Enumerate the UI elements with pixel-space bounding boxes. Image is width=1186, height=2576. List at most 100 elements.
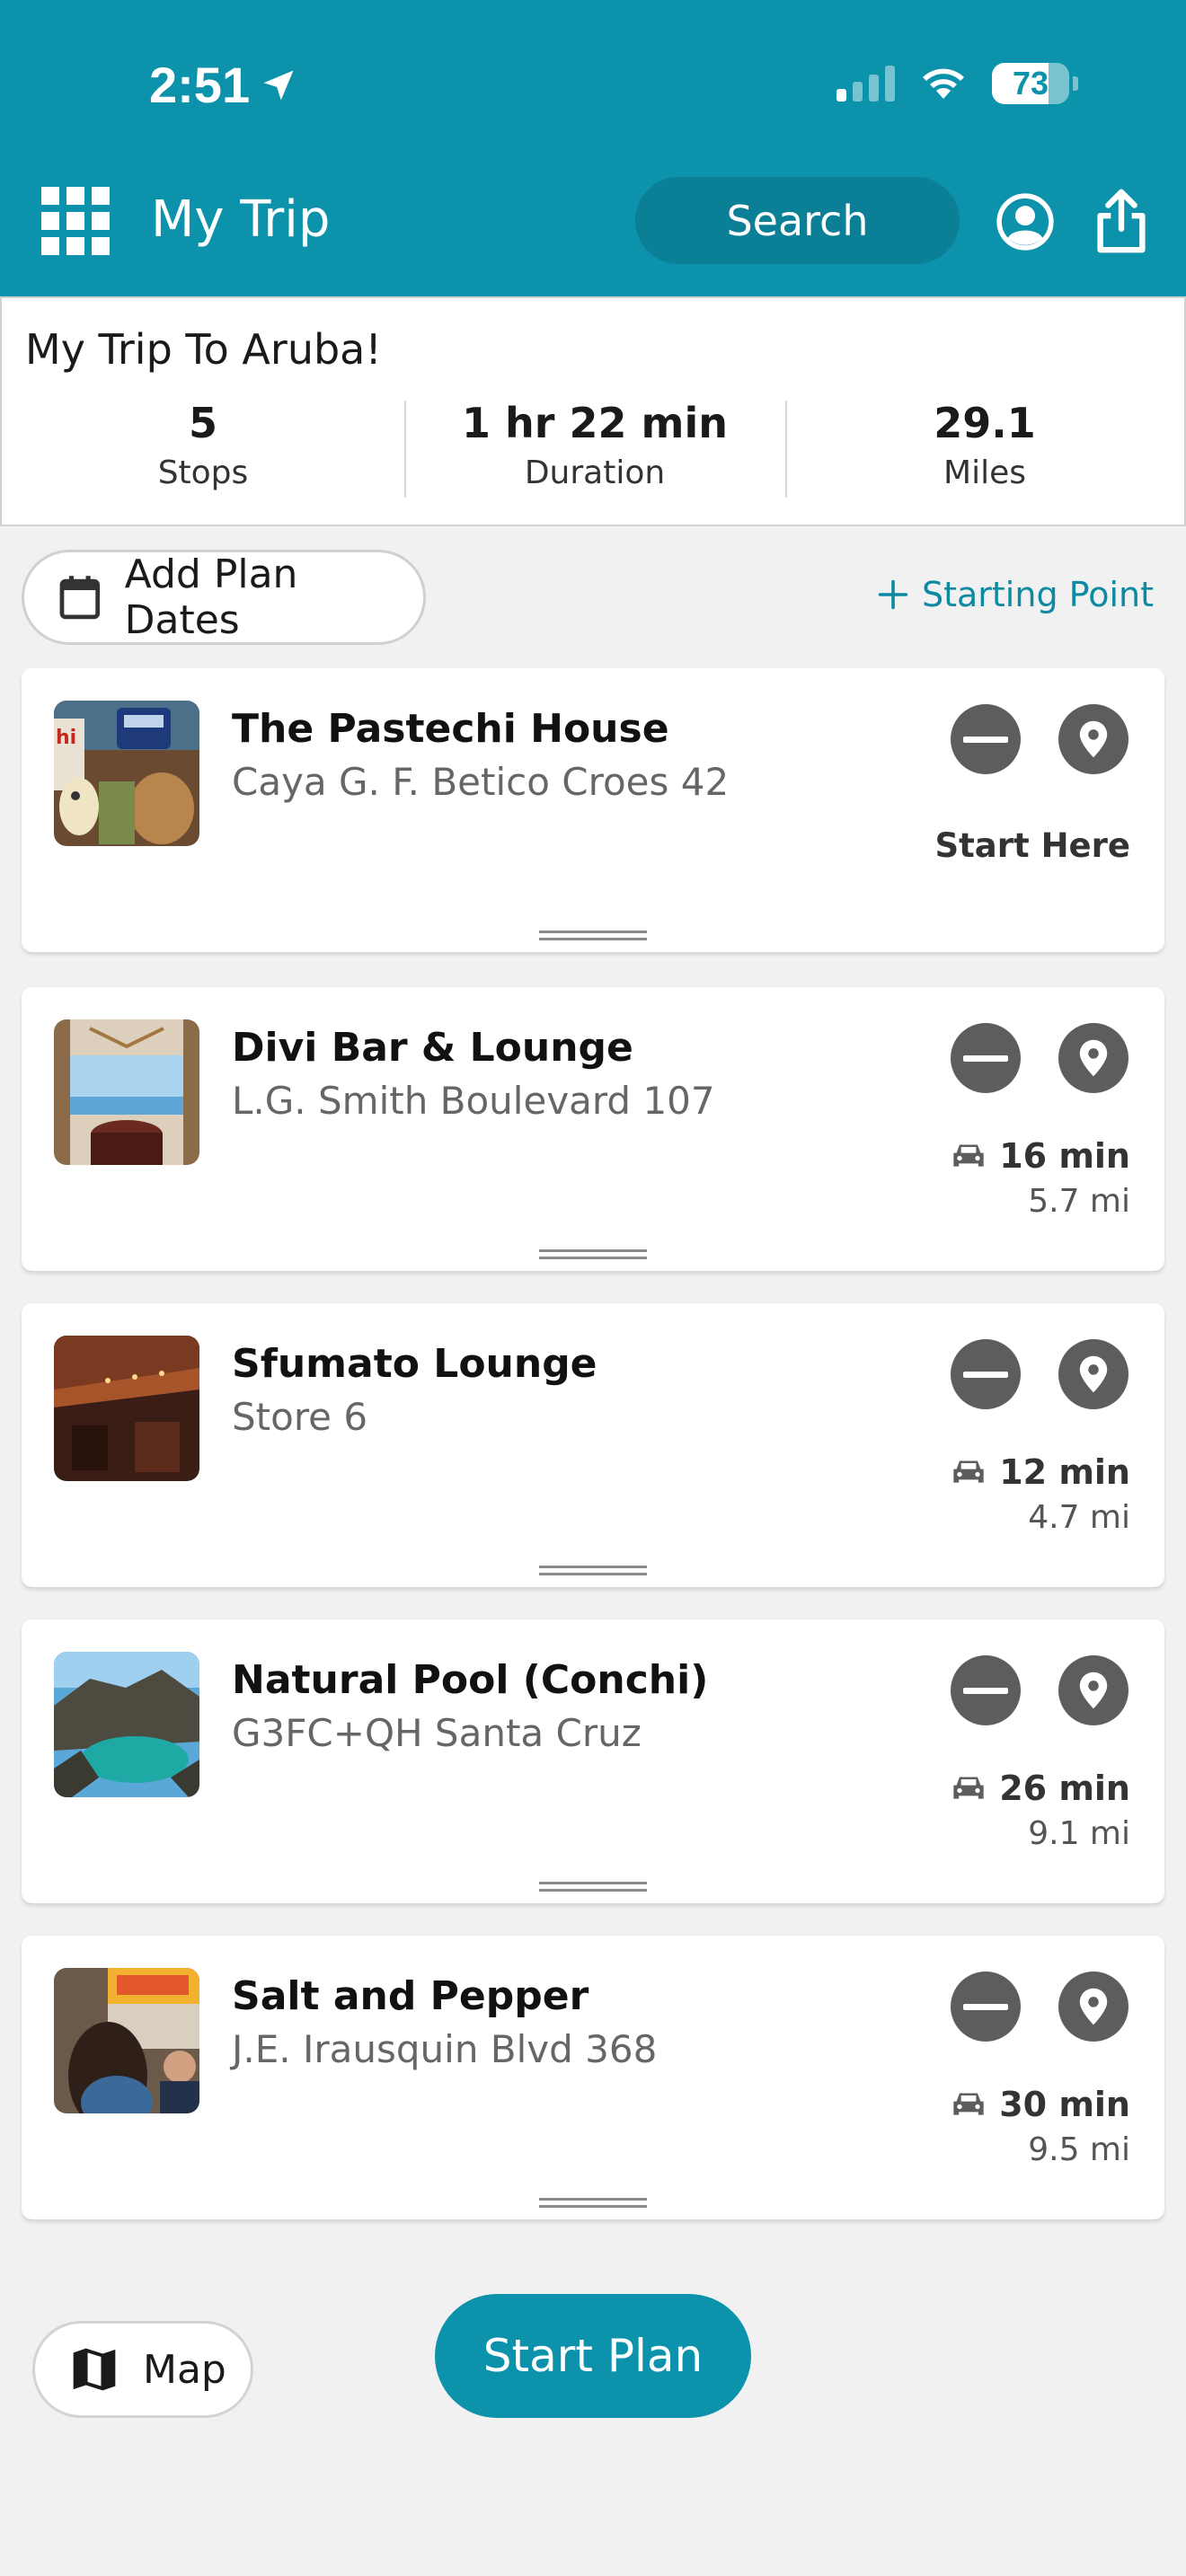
remove-stop-button[interactable] (951, 1023, 1021, 1093)
stop-photo: hi (54, 701, 199, 846)
stop-card[interactable]: Salt and Pepper J.E. Irausquin Blvd 368 … (22, 1936, 1164, 2219)
map-pin-icon (1079, 1672, 1108, 1709)
stop-card[interactable]: hi The Pastechi House Caya G. F. Betico … (22, 668, 1164, 952)
remove-icon (963, 2003, 1008, 2010)
search-button[interactable]: Search (635, 177, 960, 264)
stop-photo (54, 1019, 199, 1165)
map-pin-icon (1079, 1988, 1108, 2025)
drive-info: 30 min 9.5 mi (951, 2085, 1130, 2168)
drag-handle-icon[interactable] (539, 1882, 647, 1894)
remove-icon (963, 1687, 1008, 1694)
signal-icon (836, 66, 895, 101)
location-arrow-icon (263, 70, 294, 100)
car-icon (953, 1144, 984, 1167)
trip-name[interactable]: My Trip To Aruba! (25, 325, 382, 374)
remove-icon (963, 1371, 1008, 1378)
header: 2:51 73 My Trip Search (0, 0, 1186, 296)
add-plan-dates-button[interactable]: Add Plan Dates (22, 550, 426, 645)
drive-time: 30 min (999, 2085, 1130, 2124)
drag-handle-icon[interactable] (539, 1566, 647, 1578)
drag-handle-icon[interactable] (539, 2198, 647, 2210)
stat-value: 1 hr 22 min (462, 399, 728, 447)
stop-name: Salt and Pepper (232, 1973, 589, 2019)
battery-tip (1073, 76, 1078, 91)
map-icon (73, 2348, 116, 2391)
battery-icon: 73 (992, 63, 1069, 104)
remove-stop-button[interactable] (951, 1655, 1021, 1725)
stop-name: Natural Pool (Conchi) (232, 1657, 709, 1703)
drive-distance: 9.5 mi (1028, 2131, 1130, 2168)
map-button[interactable]: Map (32, 2321, 253, 2418)
map-pin-button[interactable] (1058, 1655, 1128, 1725)
page-title: My Trip (151, 190, 331, 249)
stop-address: L.G. Smith Boulevard 107 (232, 1079, 715, 1123)
battery-percent: 73 (1012, 65, 1049, 101)
drive-distance: 9.1 mi (1028, 1815, 1130, 1852)
stop-name: Sfumato Lounge (232, 1341, 597, 1387)
account-icon[interactable] (996, 192, 1055, 251)
stop-card[interactable]: Sfumato Lounge Store 6 12 min 4.7 mi (22, 1303, 1164, 1587)
stat-label: Miles (943, 454, 1026, 491)
stat-value: 5 (188, 399, 217, 447)
stop-photo (54, 1968, 199, 2113)
map-label: Map (143, 2346, 226, 2393)
calendar-icon (59, 576, 101, 620)
status-time: 2:51 (149, 56, 298, 114)
remove-stop-button[interactable] (951, 1972, 1021, 2042)
start-plan-button[interactable]: Start Plan (435, 2294, 751, 2418)
stat-label: Stops (157, 454, 249, 491)
drive-time: 12 min (999, 1452, 1130, 1492)
stop-address: J.E. Irausquin Blvd 368 (232, 2027, 658, 2071)
stop-address: Store 6 (232, 1395, 368, 1439)
stat-duration: 1 hr 22 min Duration (404, 395, 785, 503)
add-plan-dates-label: Add Plan Dates (124, 551, 298, 643)
svg-text:hi: hi (56, 727, 76, 749)
drive-time: 26 min (999, 1769, 1130, 1808)
map-pin-button[interactable] (1058, 1972, 1128, 2042)
car-icon (953, 2093, 984, 2115)
drive-distance: 4.7 mi (1028, 1499, 1130, 1536)
drive-distance: 5.7 mi (1028, 1183, 1130, 1220)
car-icon (953, 1460, 984, 1483)
start-here-label: Start Here (934, 826, 1130, 865)
remove-stop-button[interactable] (951, 1339, 1021, 1409)
drive-time: 16 min (999, 1136, 1130, 1176)
plus-icon (878, 579, 908, 610)
clock-text: 2:51 (149, 57, 251, 113)
grid-menu-icon[interactable] (41, 187, 110, 255)
stat-value: 29.1 (934, 399, 1036, 447)
map-pin-button[interactable] (1058, 1023, 1128, 1093)
map-pin-icon (1079, 1355, 1108, 1393)
stop-address: G3FC+QH Santa Cruz (232, 1711, 642, 1755)
car-icon (953, 1777, 984, 1799)
stat-miles: 29.1 Miles (785, 395, 1184, 503)
stop-card[interactable]: Divi Bar & Lounge L.G. Smith Boulevard 1… (22, 987, 1164, 1271)
starting-point-label: Starting Point (921, 575, 1154, 614)
drag-handle-icon[interactable] (539, 931, 647, 943)
status-indicators: 73 (836, 63, 1078, 104)
starting-point-button[interactable]: Starting Point (877, 575, 1154, 614)
map-pin-button[interactable] (1058, 704, 1128, 774)
drag-handle-icon[interactable] (539, 1249, 647, 1262)
stat-label: Duration (524, 454, 666, 491)
wifi-icon (923, 68, 964, 99)
remove-stop-button[interactable] (951, 704, 1021, 774)
stop-photo (54, 1652, 199, 1797)
drive-info: 12 min 4.7 mi (951, 1452, 1130, 1536)
share-icon[interactable] (1094, 187, 1148, 255)
stat-stops: 5 Stops (2, 395, 404, 503)
remove-icon (963, 736, 1008, 743)
stop-card[interactable]: Natural Pool (Conchi) G3FC+QH Santa Cruz… (22, 1619, 1164, 1903)
trip-stats: 5 Stops 1 hr 22 min Duration 29.1 Miles (2, 395, 1184, 503)
stop-address: Caya G. F. Betico Croes 42 (232, 760, 730, 804)
stop-name: Divi Bar & Lounge (232, 1025, 633, 1071)
remove-icon (963, 1054, 1008, 1062)
map-pin-icon (1079, 1039, 1108, 1077)
stop-photo (54, 1336, 199, 1481)
trip-summary: My Trip To Aruba! 5 Stops 1 hr 22 min Du… (0, 296, 1186, 526)
drive-info: 16 min 5.7 mi (951, 1136, 1130, 1220)
drive-info: 26 min 9.1 mi (951, 1769, 1130, 1852)
map-pin-icon (1079, 720, 1108, 758)
map-pin-button[interactable] (1058, 1339, 1128, 1409)
stop-name: The Pastechi House (232, 706, 669, 752)
